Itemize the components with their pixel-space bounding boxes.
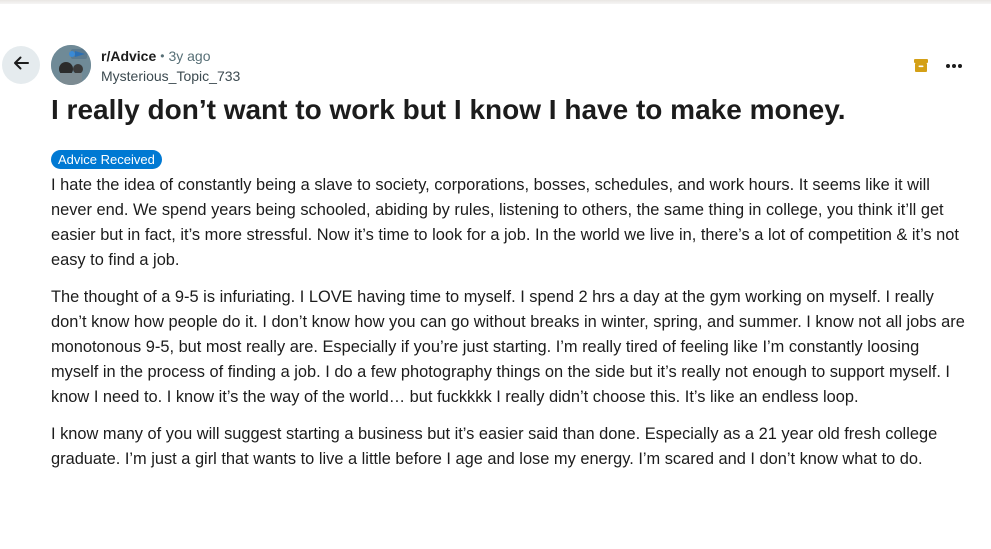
arrow-left-icon: [11, 53, 31, 78]
post-paragraph: The thought of a 9-5 is infuriating. I L…: [51, 288, 965, 406]
subreddit-avatar[interactable]: [51, 45, 91, 85]
post-body: I hate the idea of constantly being a sl…: [51, 173, 971, 484]
post-age: 3y ago: [168, 48, 211, 64]
top-divider: [0, 0, 991, 4]
post-title: I really don’t want to work but I know I…: [51, 94, 846, 125]
post-paragraph: I know many of you will suggest starting…: [51, 425, 938, 468]
post-paragraph: I hate the idea of constantly being a sl…: [51, 176, 959, 269]
subreddit-link[interactable]: r/Advice: [101, 46, 156, 66]
author-link[interactable]: Mysterious_Topic_733: [101, 66, 240, 86]
archive-icon: [912, 56, 930, 74]
back-button[interactable]: [2, 46, 40, 84]
meta-separator: •: [160, 49, 165, 63]
more-options-button[interactable]: [940, 52, 968, 78]
post-meta: r/Advice • 3y ago Mysterious_Topic_733: [101, 46, 240, 86]
post-flair[interactable]: Advice Received: [51, 150, 162, 169]
ellipsis-icon: [945, 56, 963, 74]
